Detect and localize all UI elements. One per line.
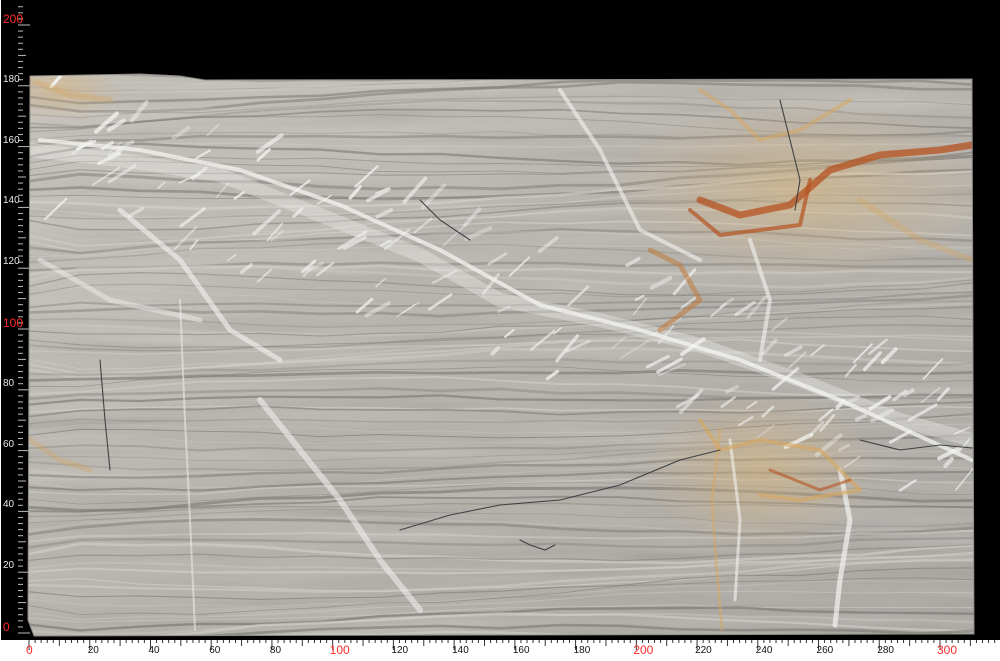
horizontal-ruler-label: 240 xyxy=(755,645,773,656)
horizontal-ruler-label: 160 xyxy=(512,645,530,656)
horizontal-ruler-label: 0 xyxy=(26,643,33,657)
vertical-ruler-label: 180 xyxy=(3,73,20,85)
photo-frame: 200 180 160 140 120 100 80 60 40 20 0 0 20 40 60 80 100… xyxy=(0,0,1000,661)
horizontal-ruler-label: 280 xyxy=(877,645,894,656)
horizontal-ruler-label: 200 xyxy=(633,643,654,657)
vertical-ruler-label: 200 xyxy=(3,12,24,26)
horizontal-ruler-label: 80 xyxy=(269,645,282,656)
vertical-ruler-label: 40 xyxy=(3,499,15,511)
vertical-ruler-label: 20 xyxy=(3,560,15,572)
vertical-ruler-label: 100 xyxy=(3,316,24,330)
vertical-ruler-label: 120 xyxy=(3,256,20,268)
vertical-ruler-edge xyxy=(0,0,1,661)
vertical-ruler-label: 60 xyxy=(3,438,15,450)
horizontal-ruler-label: 120 xyxy=(391,645,409,656)
vertical-ruler-label: 160 xyxy=(3,134,20,146)
vertical-ruler-label: 0 xyxy=(3,620,10,634)
horizontal-ruler-label: 220 xyxy=(695,645,712,656)
horizontal-ruler-label: 40 xyxy=(148,645,160,656)
horizontal-ruler-label: 100 xyxy=(329,643,350,657)
horizontal-ruler-label: 20 xyxy=(87,645,99,656)
grain-band xyxy=(28,74,974,83)
vertical-ruler-label: 140 xyxy=(3,195,20,207)
marble-slab-photo xyxy=(0,0,1000,661)
horizontal-ruler-label: 60 xyxy=(209,645,221,656)
slab-surface xyxy=(28,74,974,636)
horizontal-ruler-label: 260 xyxy=(816,645,834,656)
horizontal-ruler-label: 140 xyxy=(452,645,469,656)
horizontal-ruler-label: 300 xyxy=(937,643,958,657)
horizontal-ruler-label: 180 xyxy=(573,645,591,656)
vertical-ruler-label: 80 xyxy=(3,377,15,389)
